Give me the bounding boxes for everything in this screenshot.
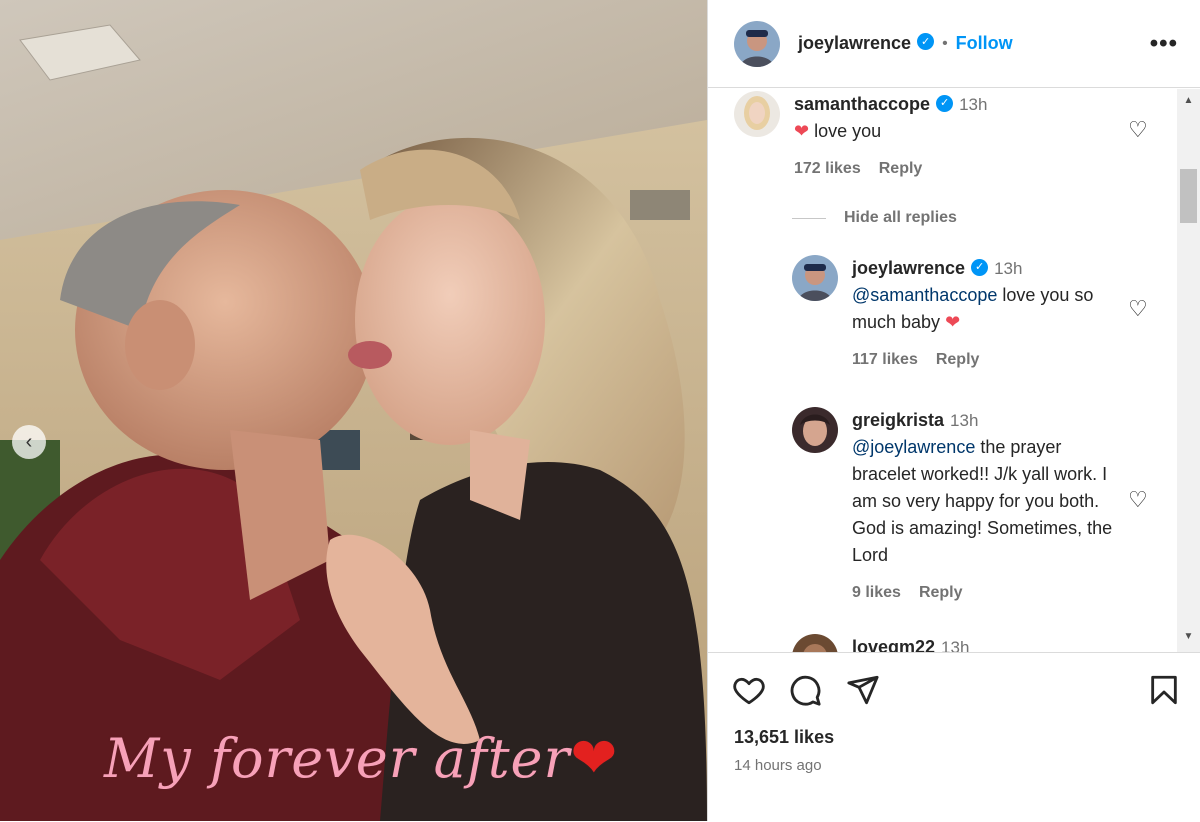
comment-username[interactable]: greigkrista (852, 410, 944, 430)
like-heart-icon[interactable] (732, 673, 766, 707)
mention-link[interactable]: @samanthaccope (852, 285, 997, 305)
author-username[interactable]: joeylawrence (798, 33, 911, 54)
verified-badge-icon: ✓ (917, 33, 935, 50)
red-heart-emoji: ❤ (570, 726, 619, 791)
post-likes-count[interactable]: 13,651 likes (734, 727, 834, 748)
verified-badge-icon: ✓ (936, 94, 954, 112)
mention-link[interactable]: @joeylawrence (852, 437, 975, 457)
commenter-avatar[interactable] (792, 407, 838, 453)
comment-meta: 9 likes Reply (852, 579, 1122, 606)
like-comment-icon[interactable]: ♡ (1128, 487, 1148, 513)
comment-item: lovegm22 13h (792, 634, 969, 652)
hide-replies-button[interactable]: Hide all replies (792, 209, 957, 227)
post-photo: ‹ My forever after❤ (0, 0, 707, 821)
reply-button[interactable]: Reply (936, 351, 980, 368)
save-bookmark-icon[interactable] (1147, 673, 1181, 707)
scroll-up-arrow-icon[interactable]: ▲ (1177, 92, 1200, 110)
comment-username[interactable]: joeylawrence (852, 258, 965, 278)
chevron-left-icon: ‹ (25, 430, 33, 453)
comment-item: samanthaccope ✓ 13h ❤ love you 172 likes Re… (734, 91, 987, 182)
comment-likes[interactable]: 117 likes (852, 351, 918, 368)
comment-meta: 117 likes Reply (852, 346, 1112, 373)
comment-likes[interactable]: 9 likes (852, 584, 901, 601)
comments-list[interactable]: samanthaccope ✓ 13h ❤ love you 172 likes Re… (708, 89, 1178, 652)
comment-username[interactable]: lovegm22 (852, 637, 935, 652)
red-heart-emoji: ❤ (945, 312, 961, 332)
comment-meta: 172 likes Reply (794, 155, 987, 182)
like-comment-icon[interactable]: ♡ (1128, 296, 1148, 322)
overlay-caption: My forever after (104, 727, 571, 790)
commenter-avatar[interactable] (734, 91, 780, 137)
comment-body: greigkrista 13h @joeylawrence the prayer … (852, 407, 1122, 606)
divider-line (792, 217, 826, 219)
like-comment-icon[interactable]: ♡ (1128, 117, 1148, 143)
comment-body: lovegm22 13h (852, 634, 969, 652)
scroll-down-arrow-icon[interactable]: ▼ (1177, 628, 1200, 646)
comment-body: joeylawrence ✓ 13h @samanthaccope love you… (852, 255, 1112, 373)
reply-item: joeylawrence ✓ 13h @samanthaccope love you… (792, 255, 1112, 373)
verified-badge-icon: ✓ (971, 258, 989, 276)
comment-likes[interactable]: 172 likes (794, 160, 861, 177)
comment-time[interactable]: 13h (950, 411, 978, 430)
photo-overlay-text: My forever after❤ (104, 726, 618, 791)
comment-time[interactable]: 13h (959, 95, 987, 114)
comment-body: samanthaccope ✓ 13h ❤ love you 172 likes Re… (794, 91, 987, 182)
post-sidebar: joeylawrence ✓ • Follow ••• samanthaccop… (707, 0, 1200, 821)
reply-item: greigkrista 13h @joeylawrence the prayer … (792, 407, 1122, 606)
comment-username[interactable]: samanthaccope (794, 94, 930, 114)
comment-time[interactable]: 13h (941, 638, 969, 652)
post-header: joeylawrence ✓ • Follow ••• (708, 0, 1200, 88)
comment-time[interactable]: 13h (994, 259, 1022, 278)
previous-image-button[interactable]: ‹ (12, 425, 46, 459)
red-heart-emoji: ❤ (794, 121, 810, 141)
commenter-avatar[interactable] (792, 634, 838, 652)
share-paper-plane-icon[interactable] (846, 673, 880, 707)
separator-dot: • (942, 34, 948, 52)
photo-illustration (0, 0, 707, 821)
comment-text: love you (809, 121, 882, 141)
comment-icon[interactable] (788, 673, 822, 707)
post-timestamp[interactable]: 14 hours ago (734, 757, 822, 774)
reply-button[interactable]: Reply (919, 584, 963, 601)
comments-scrollbar[interactable]: ▲ ▼ (1177, 89, 1200, 652)
more-options-icon[interactable]: ••• (1150, 30, 1178, 58)
reply-button[interactable]: Reply (879, 160, 923, 177)
follow-button[interactable]: Follow (956, 33, 1013, 54)
author-avatar[interactable] (734, 20, 780, 67)
action-icons (732, 673, 1181, 713)
commenter-avatar[interactable] (792, 255, 838, 301)
scrollbar-thumb[interactable] (1180, 169, 1197, 223)
post-actions: 13,651 likes 14 hours ago (708, 652, 1200, 822)
hide-replies-label: Hide all replies (844, 209, 957, 226)
